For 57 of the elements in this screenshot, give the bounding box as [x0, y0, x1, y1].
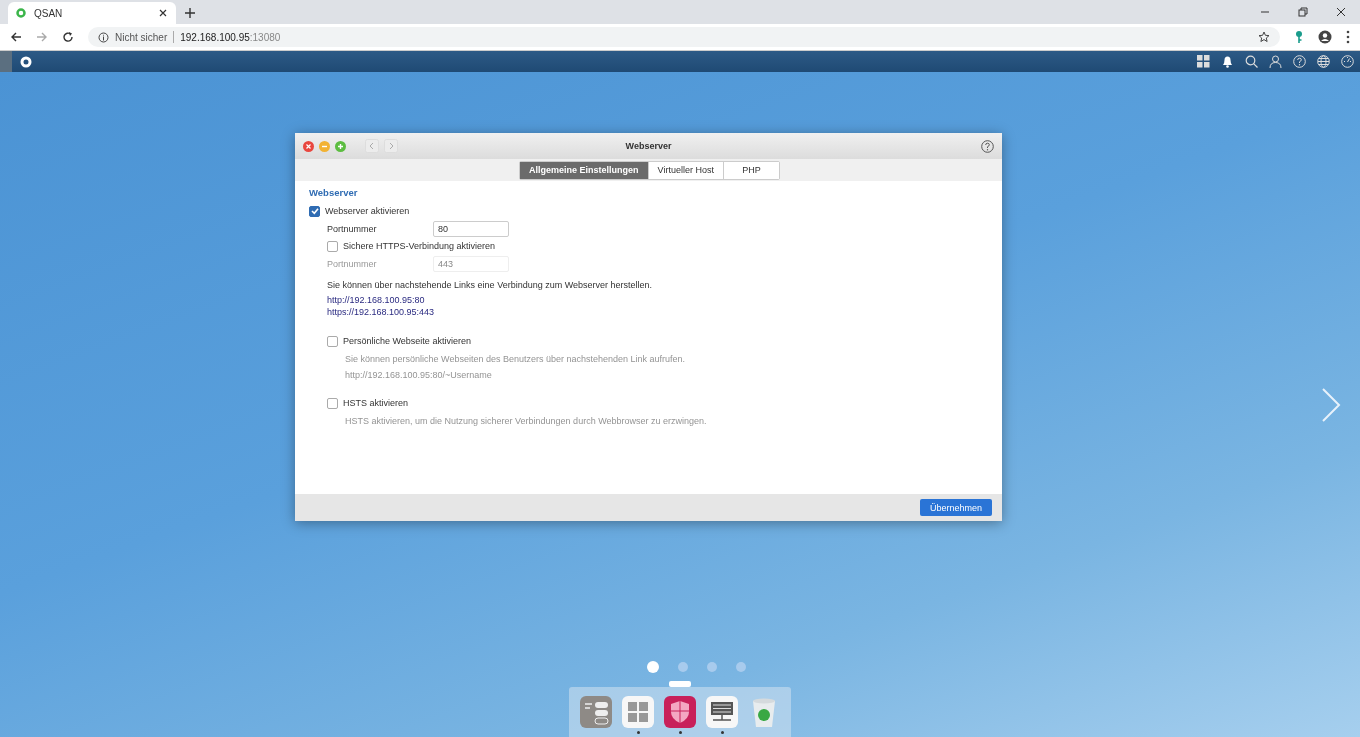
checkbox[interactable] [309, 205, 320, 217]
server-icon[interactable] [706, 696, 738, 728]
checkbox-label: Persönliche Webseite aktivieren [343, 336, 471, 346]
address-field[interactable]: Nicht sicher 192.168.100.95:13080 [88, 27, 1280, 47]
checkbox-label: HSTS aktivieren [343, 398, 409, 408]
url-text: 192.168.100.95:13080 [180, 31, 281, 43]
checkbox[interactable] [327, 240, 338, 252]
tab[interactable]: PHP [722, 161, 779, 179]
back-icon[interactable] [10, 31, 22, 43]
close-icon[interactable] [1336, 7, 1346, 17]
description-text: HSTS aktivieren, um die Nutzung sicherer Verbindungen durch Webbrowser zu erzwingen. [345, 416, 708, 426]
checkbox-label: Sichere HTTPS-Verbindung aktivieren [343, 241, 496, 251]
field-label: Portnummer [327, 223, 378, 234]
field-label: Portnummer [327, 258, 378, 269]
account-icon[interactable] [1318, 30, 1332, 44]
url-link[interactable]: http://192.168.100.95:80 [327, 294, 425, 306]
port-field[interactable]: 80 [433, 220, 509, 237]
grid-icon[interactable] [1197, 55, 1210, 68]
gauge-icon[interactable] [1341, 55, 1354, 68]
page-dot[interactable] [706, 662, 717, 672]
key-icon[interactable] [1294, 30, 1304, 44]
user-icon[interactable] [1269, 55, 1282, 68]
logo-icon [16, 8, 26, 18]
restore-icon[interactable] [1298, 7, 1308, 17]
window-title: Webserver [624, 141, 673, 151]
page-dot[interactable] [677, 662, 688, 672]
info-icon [98, 31, 109, 43]
description-text: http://192.168.100.95:80/~Username [345, 370, 493, 380]
tab-title: QSAN [34, 7, 64, 19]
tab[interactable]: Virtueller Host [647, 161, 723, 179]
grid-icon[interactable] [622, 696, 654, 728]
browser-tab[interactable]: QSAN [8, 2, 176, 24]
checkbox-label: Webserver aktivieren [325, 206, 410, 216]
more-icon[interactable] [1346, 30, 1350, 44]
security-label: Nicht sicher [115, 31, 168, 43]
toggles-icon[interactable] [580, 696, 612, 728]
help-icon[interactable] [981, 139, 994, 153]
close-icon[interactable] [158, 8, 168, 18]
globe-icon[interactable] [1317, 55, 1330, 68]
info-text: Sie können über nachstehende Links eine Verbindung zum Webserver herstellen. [327, 280, 654, 290]
bell-icon[interactable] [1221, 55, 1234, 68]
description-text: Sie können persönliche Webseiten des Benutzers über nachstehenden Link aufrufen. [345, 354, 687, 364]
checkbox[interactable] [327, 397, 338, 409]
url-link[interactable]: https://192.168.100.95:443 [327, 306, 435, 318]
star-icon[interactable] [1258, 31, 1270, 43]
plus-icon[interactable] [184, 7, 196, 19]
trash-icon[interactable] [750, 696, 778, 728]
tab[interactable]: Allgemeine Einstellungen [520, 161, 648, 179]
section-heading: Webserver [309, 187, 359, 198]
checkbox[interactable] [327, 335, 338, 347]
search-icon[interactable] [1245, 55, 1258, 68]
page-dot[interactable] [735, 662, 746, 672]
apply-button[interactable]: Übernehmen [919, 499, 992, 516]
reload-icon[interactable] [62, 31, 74, 43]
logo-icon[interactable] [20, 55, 32, 68]
shield-icon[interactable] [664, 696, 696, 728]
page-dot[interactable] [646, 661, 659, 673]
